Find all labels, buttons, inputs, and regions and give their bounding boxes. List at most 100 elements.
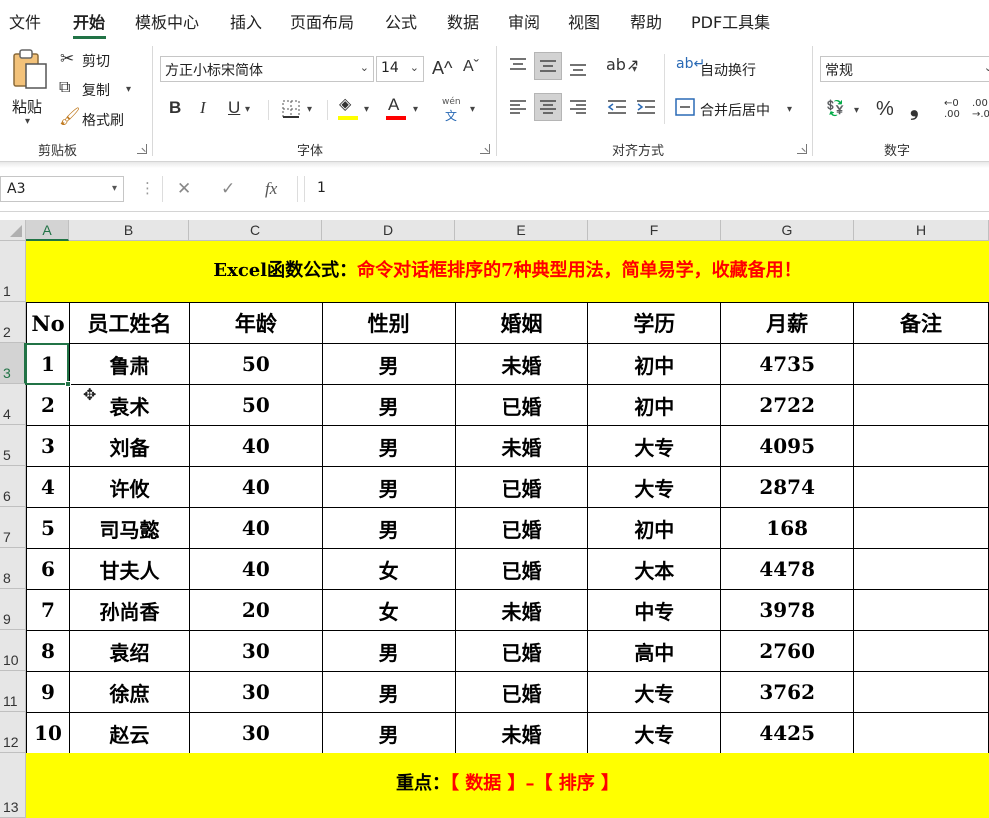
enter-icon[interactable]: ✓ [221, 179, 235, 199]
table-cell[interactable] [853, 466, 989, 508]
table-cell[interactable]: 10 [26, 712, 70, 754]
increase-indent-icon[interactable] [635, 97, 657, 117]
table-cell[interactable]: 许攸 [68, 466, 190, 508]
table-cell[interactable] [853, 712, 989, 754]
font-color-dropdown-icon[interactable]: ▾ [413, 104, 418, 115]
table-cell[interactable]: 3762 [720, 671, 855, 713]
table-cell[interactable]: 已婚 [454, 466, 589, 508]
table-cell[interactable]: 未婚 [454, 343, 589, 385]
table-cell[interactable]: 中专 [587, 589, 722, 631]
table-cell[interactable]: 男 [321, 507, 456, 549]
header-cell[interactable]: 性别 [321, 302, 456, 344]
table-cell[interactable]: 4 [26, 466, 70, 508]
table-cell[interactable]: 40 [188, 466, 323, 508]
table-cell[interactable]: 已婚 [454, 384, 589, 426]
table-cell[interactable]: 高中 [587, 630, 722, 672]
font-size-select[interactable]: 14 ⌄ [376, 56, 424, 82]
table-cell[interactable] [853, 671, 989, 713]
header-cell[interactable]: 员工姓名 [68, 302, 190, 344]
table-cell[interactable]: 初中 [587, 384, 722, 426]
cut-button[interactable]: 剪切 [82, 51, 110, 71]
header-cell[interactable]: 婚姻 [454, 302, 589, 344]
table-cell[interactable]: 鲁肃 [68, 343, 190, 385]
row-header-5[interactable]: 5 [0, 425, 26, 466]
clipboard-launcher-icon[interactable] [137, 144, 147, 154]
table-cell[interactable]: 40 [188, 507, 323, 549]
menu-data[interactable]: 数据 [447, 9, 479, 33]
fill-handle[interactable] [65, 381, 71, 387]
table-cell[interactable]: 大专 [587, 712, 722, 754]
column-header-b[interactable]: B [69, 220, 189, 241]
table-cell[interactable]: 大专 [587, 671, 722, 713]
paste-button[interactable]: 粘贴 ▾ [8, 48, 52, 128]
table-cell[interactable]: 3 [26, 425, 70, 467]
font-color-button[interactable]: A [384, 96, 408, 122]
table-cell[interactable]: 未婚 [454, 425, 589, 467]
menu-help[interactable]: 帮助 [630, 9, 662, 33]
row-header-1[interactable]: 1 [0, 241, 26, 302]
table-cell[interactable]: 袁绍 [68, 630, 190, 672]
menu-pdf-tools[interactable]: PDF工具集 [691, 9, 770, 33]
wrap-text-button[interactable]: 自动换行 [700, 60, 756, 80]
bold-button[interactable]: B [169, 99, 181, 116]
phonetic-button[interactable]: wén 文 [440, 96, 466, 123]
table-cell[interactable]: 40 [188, 425, 323, 467]
currency-icon[interactable]: 💱 [826, 101, 845, 116]
align-left-icon[interactable] [508, 97, 528, 117]
format-painter-button[interactable]: 格式刷 [82, 110, 124, 130]
table-cell[interactable] [853, 548, 989, 590]
table-cell[interactable] [853, 630, 989, 672]
table-cell[interactable]: 男 [321, 466, 456, 508]
table-cell[interactable]: 50 [188, 343, 323, 385]
grow-font-button[interactable]: A^ [432, 59, 452, 77]
row-header-8[interactable]: 8 [0, 548, 26, 589]
insert-function-icon[interactable]: fx [265, 179, 277, 199]
table-cell[interactable]: 刘备 [68, 425, 190, 467]
column-header-e[interactable]: E [455, 220, 588, 241]
table-cell[interactable]: 大本 [587, 548, 722, 590]
row-header-2[interactable]: 2 [0, 302, 26, 343]
table-cell[interactable]: 2874 [720, 466, 855, 508]
table-cell[interactable]: 女 [321, 589, 456, 631]
table-cell[interactable]: 初中 [587, 507, 722, 549]
table-cell[interactable]: 司马懿 [68, 507, 190, 549]
border-dropdown-icon[interactable]: ▾ [307, 104, 312, 115]
align-bottom-icon[interactable] [568, 58, 588, 78]
copy-dropdown-icon[interactable]: ▾ [126, 84, 131, 95]
table-cell[interactable]: 已婚 [454, 548, 589, 590]
table-cell[interactable]: 4425 [720, 712, 855, 754]
number-format-select[interactable]: 常规 ⌄ [820, 56, 989, 82]
table-cell[interactable]: 女 [321, 548, 456, 590]
font-name-select[interactable]: 方正小标宋简体 ⌄ [160, 56, 374, 82]
alignment-launcher-icon[interactable] [797, 144, 807, 154]
decrease-indent-icon[interactable] [606, 97, 628, 117]
table-cell[interactable] [853, 425, 989, 467]
name-box[interactable]: A3 ▾ [0, 176, 124, 202]
table-cell[interactable]: 9 [26, 671, 70, 713]
header-cell[interactable]: No [26, 302, 70, 344]
align-top-icon[interactable] [508, 56, 528, 76]
table-cell[interactable]: 4478 [720, 548, 855, 590]
table-cell[interactable]: 4735 [720, 343, 855, 385]
table-cell[interactable]: 男 [321, 343, 456, 385]
table-cell[interactable]: 30 [188, 671, 323, 713]
menu-insert[interactable]: 插入 [230, 9, 262, 33]
menu-view[interactable]: 视图 [568, 9, 600, 33]
comma-style-button[interactable]: ❟ [910, 98, 919, 120]
row-header-10[interactable]: 10 [0, 630, 26, 671]
menu-template-center[interactable]: 模板中心 [135, 9, 199, 33]
increase-decimal-icon[interactable]: ←0.00 [944, 98, 960, 120]
table-cell[interactable]: 甘夫人 [68, 548, 190, 590]
table-cell[interactable]: 3978 [720, 589, 855, 631]
table-cell[interactable]: 男 [321, 630, 456, 672]
table-cell[interactable]: 2760 [720, 630, 855, 672]
table-cell[interactable]: 4095 [720, 425, 855, 467]
column-header-g[interactable]: G [721, 220, 854, 241]
menu-review[interactable]: 审阅 [508, 9, 540, 33]
sheet-note[interactable]: 重点：【 数据 】–【 排序 】 [26, 755, 989, 815]
font-launcher-icon[interactable] [480, 144, 490, 154]
row-header-9[interactable]: 9 [0, 589, 26, 630]
row-header-4[interactable]: 4 [0, 384, 26, 425]
table-cell[interactable]: 徐庶 [68, 671, 190, 713]
worksheet-grid[interactable]: A B C D E F G H 1 2 3 4 5 6 7 8 9 10 11 … [0, 220, 989, 818]
